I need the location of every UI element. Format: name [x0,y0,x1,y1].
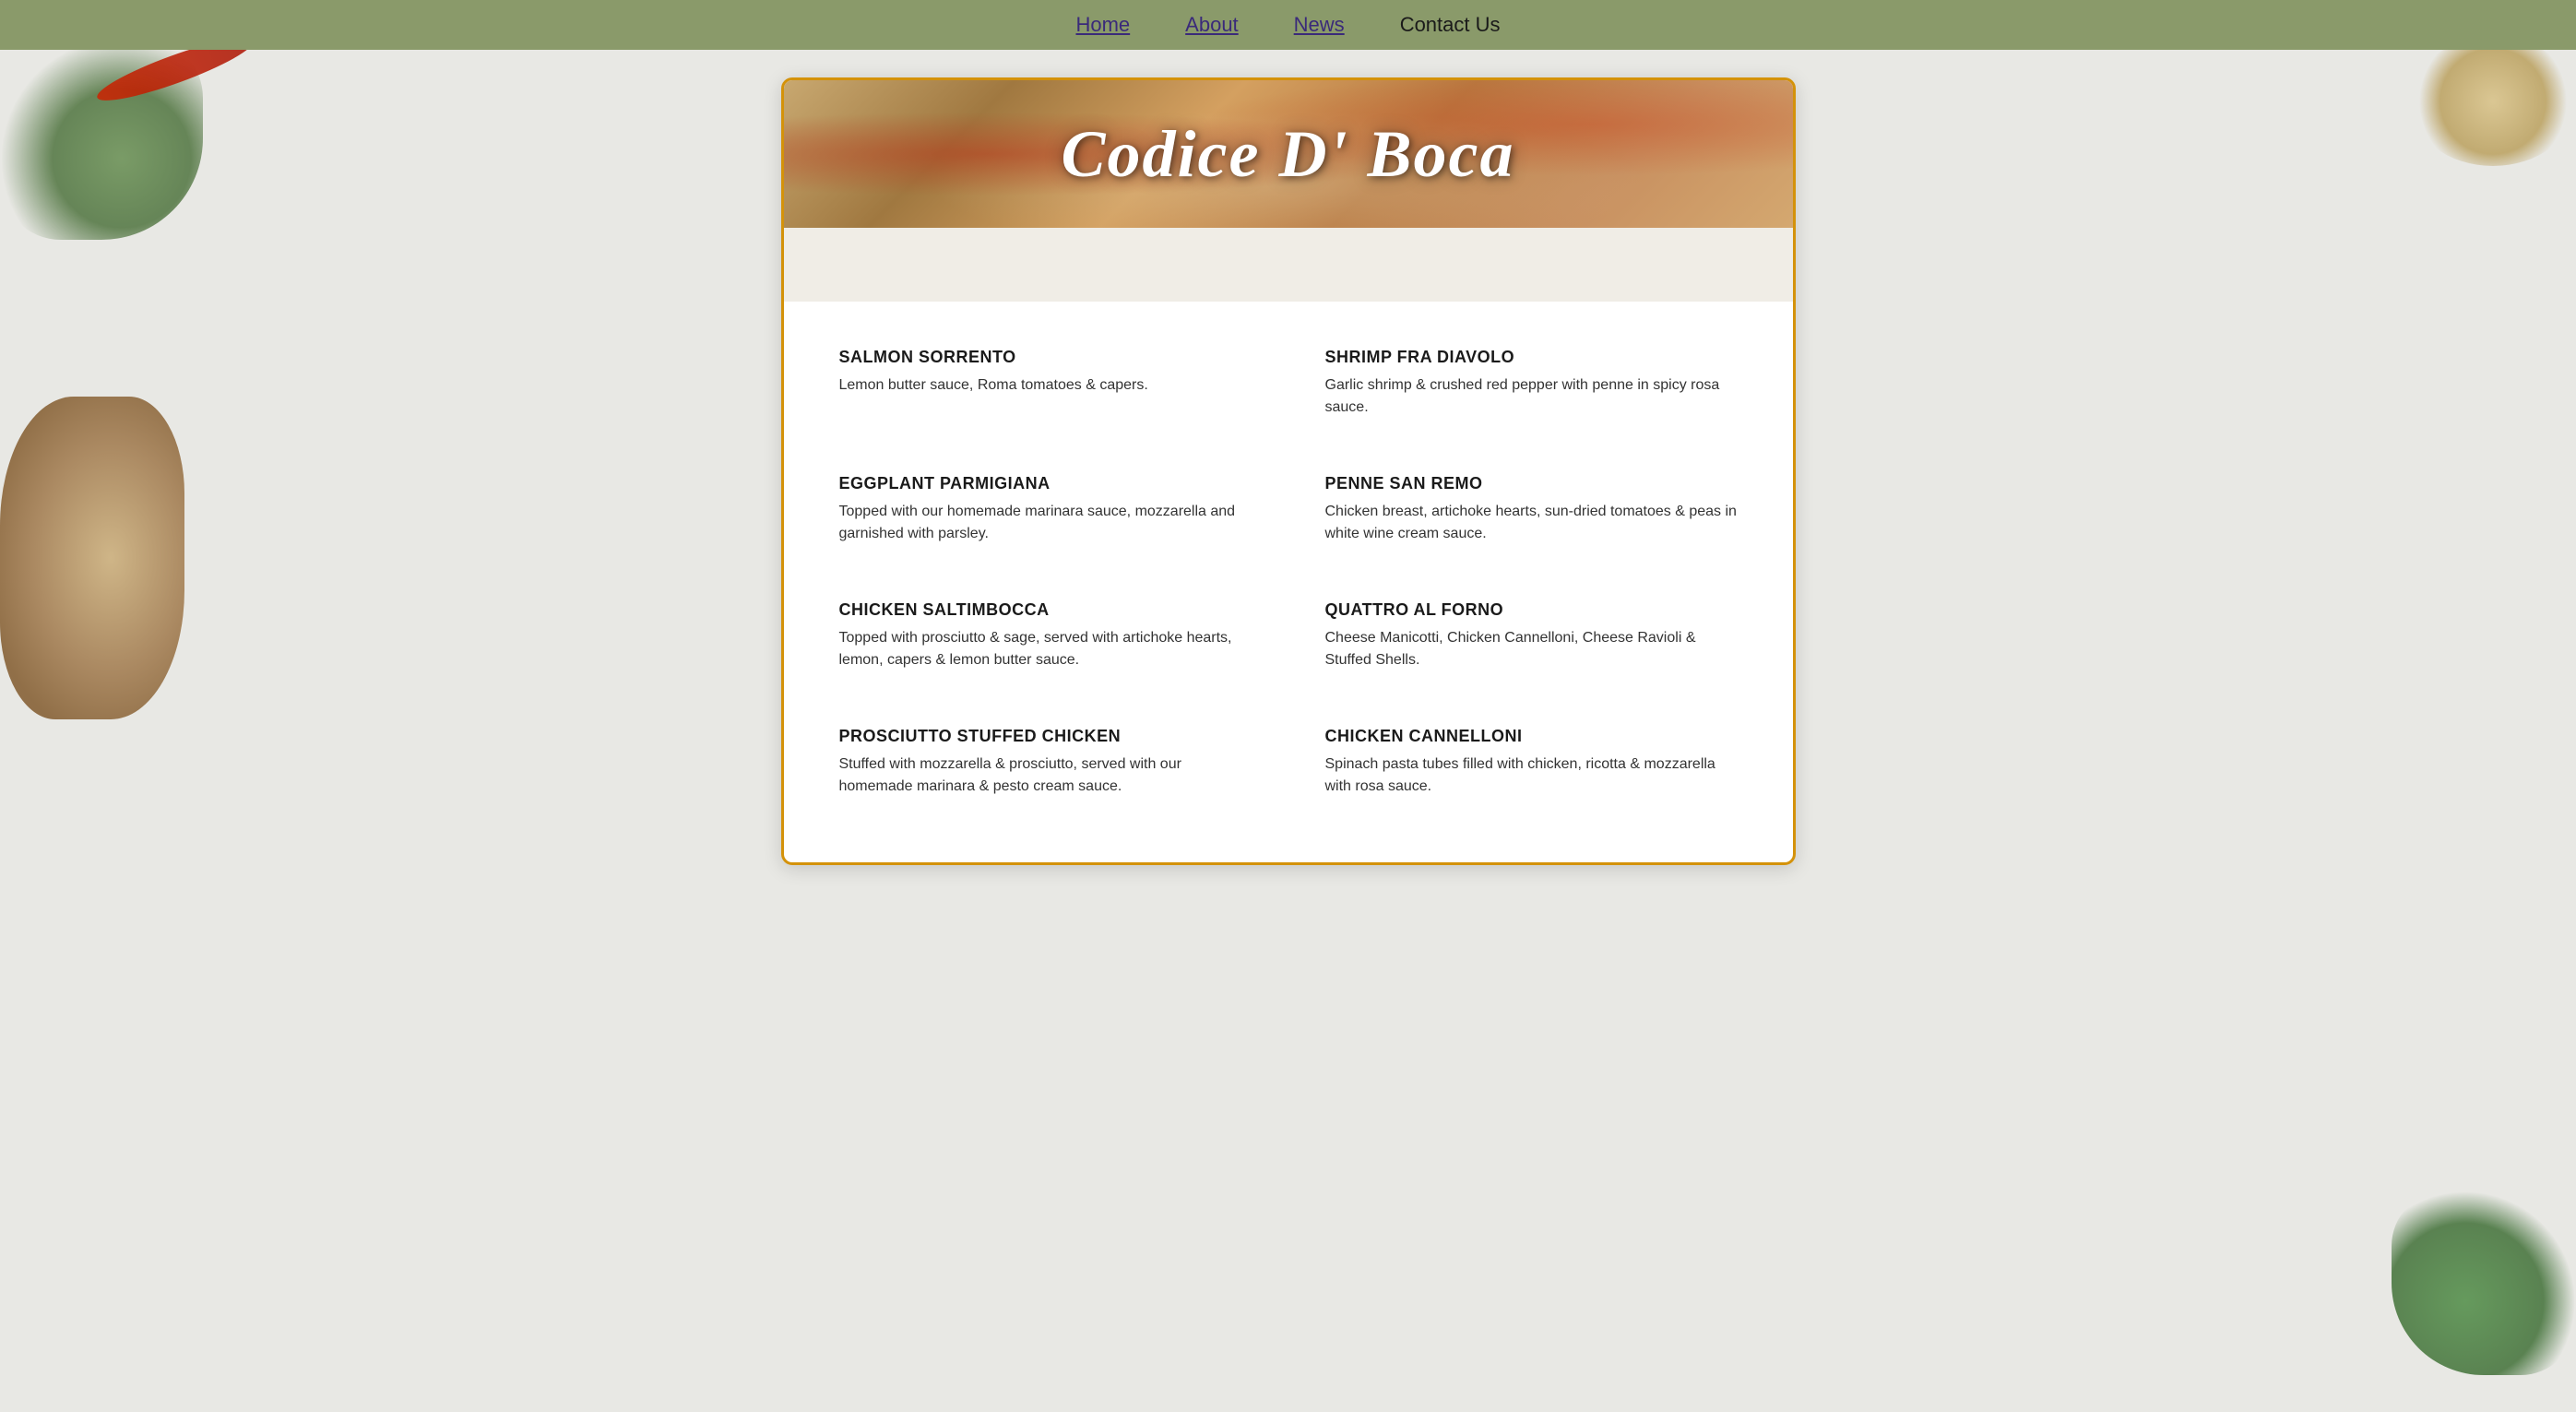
menu-item-desc: Cheese Manicotti, Chicken Cannelloni, Ch… [1325,627,1738,671]
menu-grid: SALMON SORRENTO Lemon butter sauce, Roma… [784,302,1793,862]
menu-item-name: PROSCIUTTO STUFFED CHICKEN [839,727,1252,746]
menu-item-desc: Chicken breast, artichoke hearts, sun-dr… [1325,501,1738,545]
main-wrapper: Codice D' Boca SALMON SORRENTO Lemon but… [0,50,2576,920]
menu-item-desc: Lemon butter sauce, Roma tomatoes & cape… [839,374,1252,397]
menu-item-desc: Stuffed with mozzarella & prosciutto, se… [839,753,1252,798]
nav-news[interactable]: News [1294,13,1345,37]
menu-item: CHICKEN SALTIMBOCCA Topped with prosciut… [802,573,1288,699]
menu-item-name: EGGPLANT PARMIGIANA [839,474,1252,493]
menu-item: EGGPLANT PARMIGIANA Topped with our home… [802,446,1288,573]
nav-contact-us[interactable]: Contact Us [1400,13,1501,37]
menu-item-name: SHRIMP FRA DIAVOLO [1325,348,1738,367]
menu-item: SHRIMP FRA DIAVOLO Garlic shrimp & crush… [1288,320,1775,446]
menu-item: QUATTRO AL FORNO Cheese Manicotti, Chick… [1288,573,1775,699]
menu-item: PENNE SAN REMO Chicken breast, artichoke… [1288,446,1775,573]
menu-item: CHICKEN CANNELLONI Spinach pasta tubes f… [1288,699,1775,825]
hero-title: Codice D' Boca [1062,116,1515,193]
nav-home[interactable]: Home [1075,13,1130,37]
menu-item-name: SALMON SORRENTO [839,348,1252,367]
menu-item-desc: Topped with our homemade marinara sauce,… [839,501,1252,545]
restaurant-card: Codice D' Boca SALMON SORRENTO Lemon but… [781,77,1796,865]
menu-item-name: CHICKEN CANNELLONI [1325,727,1738,746]
menu-item-desc: Spinach pasta tubes filled with chicken,… [1325,753,1738,798]
menu-item: SALMON SORRENTO Lemon butter sauce, Roma… [802,320,1288,446]
nav-about[interactable]: About [1185,13,1239,37]
hero-banner: Codice D' Boca [784,80,1793,228]
navigation: Home About News Contact Us [0,0,2576,50]
spinach-decoration [2392,1191,2576,1375]
menu-item-name: QUATTRO AL FORNO [1325,600,1738,620]
menu-item-name: CHICKEN SALTIMBOCCA [839,600,1252,620]
search-area [784,228,1793,302]
menu-item-desc: Topped with prosciutto & sage, served wi… [839,627,1252,671]
menu-item-name: PENNE SAN REMO [1325,474,1738,493]
menu-item: PROSCIUTTO STUFFED CHICKEN Stuffed with … [802,699,1288,825]
menu-item-desc: Garlic shrimp & crushed red pepper with … [1325,374,1738,419]
